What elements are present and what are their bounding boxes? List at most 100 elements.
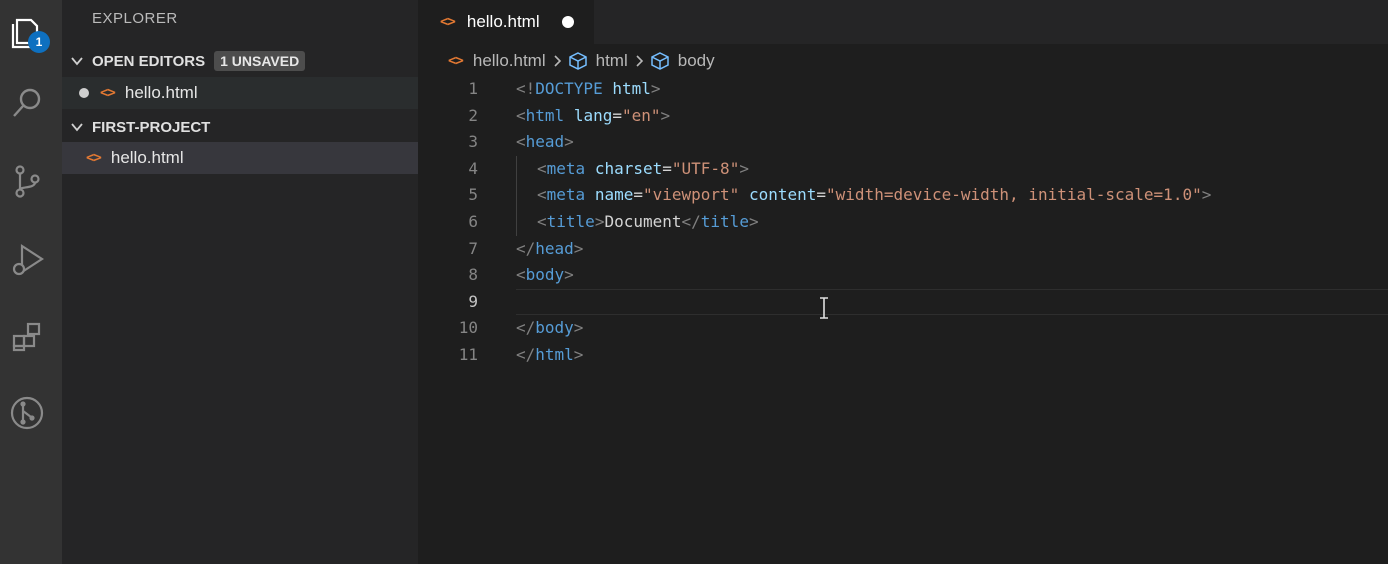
- code-line[interactable]: [516, 288, 1388, 316]
- chevron-right-icon: [552, 54, 562, 68]
- git-graph-icon[interactable]: [0, 386, 54, 440]
- line-number: 4: [468, 158, 478, 178]
- code-token: DOCTYPE: [535, 79, 603, 98]
- code-token: </: [516, 238, 536, 258]
- code-token: >: [564, 132, 574, 152]
- code-token: >: [573, 238, 584, 258]
- code-token: >: [748, 211, 759, 231]
- file-tree-item[interactable]: <> hello.html: [62, 142, 418, 174]
- html-file-icon: <>: [100, 85, 116, 101]
- code-editor[interactable]: <!DOCTYPE html> <html lang="en"> <head> <me…: [516, 76, 1388, 369]
- code-line[interactable]: <meta charset="UTF-8">: [516, 155, 1388, 183]
- code-token: </: [516, 318, 536, 338]
- code-token: html: [535, 344, 574, 364]
- code-token: =: [662, 158, 672, 178]
- line-number: 10: [458, 318, 478, 338]
- code-token: title: [700, 211, 749, 231]
- line-number: 2: [468, 105, 478, 125]
- line-number: 8: [468, 265, 478, 285]
- code-token: <: [537, 158, 547, 178]
- code-token: body: [535, 318, 574, 338]
- code-token: </: [516, 344, 536, 364]
- code-token: >: [739, 158, 749, 178]
- code-token: >: [650, 79, 661, 98]
- code-token: Document: [604, 211, 682, 231]
- line-number: 5: [468, 185, 478, 205]
- code-line[interactable]: <body>: [516, 262, 1388, 289]
- explorer-sidebar: EXPLORER OPEN EDITORS 1 UNSAVED <> hello…: [62, 0, 418, 564]
- code-token: html: [612, 79, 651, 98]
- code-token: "viewport": [642, 185, 740, 205]
- unsaved-dot-icon[interactable]: [79, 88, 89, 98]
- code-token: </: [681, 211, 701, 231]
- unsaved-badge: 1 UNSAVED: [214, 51, 306, 71]
- code-token: <: [537, 211, 547, 231]
- chevron-down-icon: [62, 120, 92, 134]
- chevron-down-icon: [62, 54, 92, 68]
- line-number: 1: [468, 79, 478, 98]
- code-line[interactable]: <!DOCTYPE html>: [516, 76, 1388, 103]
- code-line[interactable]: <title>Document</title>: [516, 208, 1388, 236]
- explorer-title: EXPLORER: [92, 10, 178, 27]
- code-token: html: [525, 105, 565, 125]
- line-number: 6: [468, 211, 478, 231]
- code-line[interactable]: </html>: [516, 342, 1388, 369]
- code-token: charset: [594, 158, 663, 178]
- code-line[interactable]: </body>: [516, 315, 1388, 342]
- indent-guide: [516, 182, 537, 209]
- code-token: <: [516, 105, 526, 125]
- run-debug-icon[interactable]: [0, 232, 54, 286]
- unsaved-dot-icon[interactable]: [561, 16, 574, 28]
- symbol-element-icon: [651, 52, 669, 70]
- breadcrumb-html[interactable]: html: [596, 51, 628, 71]
- tab-hello-html[interactable]: <> hello.html: [418, 0, 594, 44]
- line-number: 11: [458, 344, 478, 364]
- breadcrumb-file[interactable]: hello.html: [473, 51, 546, 71]
- extensions-icon[interactable]: [0, 310, 54, 364]
- indent-guide: [516, 155, 537, 183]
- search-icon[interactable]: [0, 76, 54, 130]
- code-token: =: [633, 185, 643, 205]
- code-token: >: [594, 211, 605, 231]
- code-line[interactable]: </head>: [516, 236, 1388, 263]
- open-editors-label: OPEN EDITORS: [92, 52, 206, 70]
- code-token: <: [516, 265, 526, 285]
- code-token: >: [564, 265, 574, 285]
- breadcrumb-body[interactable]: body: [678, 51, 715, 71]
- code-token: content: [748, 185, 817, 205]
- tab-bar: <> hello.html: [418, 0, 1388, 44]
- project-folder-header[interactable]: FIRST-PROJECT: [62, 113, 418, 141]
- open-editors-header[interactable]: OPEN EDITORS 1 UNSAVED: [62, 47, 418, 75]
- activity-bar: 1: [0, 0, 62, 564]
- code-token: body: [525, 265, 565, 285]
- open-editor-item[interactable]: <> hello.html: [62, 77, 418, 109]
- code-token: meta: [546, 158, 586, 178]
- chevron-right-icon: [634, 54, 644, 68]
- open-editor-filename: hello.html: [124, 83, 198, 102]
- explorer-badge: 1: [28, 31, 50, 53]
- code-line[interactable]: <head>: [516, 129, 1388, 156]
- code-token: >: [660, 105, 671, 125]
- code-token: "width=device-width, initial-scale=1.0": [826, 185, 1202, 205]
- code-line[interactable]: <meta name="viewport" content="width=dev…: [516, 182, 1388, 209]
- editor-area: <> hello.html <> hello.html html body 12…: [418, 0, 1388, 564]
- file-tree-filename: hello.html: [110, 148, 184, 167]
- code-line[interactable]: <html lang="en">: [516, 103, 1388, 130]
- code-token: =: [612, 105, 622, 125]
- line-number: 9: [468, 291, 478, 311]
- source-control-icon[interactable]: [0, 154, 54, 208]
- tab-label: hello.html: [466, 12, 540, 31]
- html-file-icon: <>: [440, 14, 456, 30]
- symbol-element-icon: [568, 52, 587, 70]
- indent-guide: [516, 208, 537, 236]
- html-file-icon: <>: [86, 150, 102, 166]
- code-token: >: [573, 344, 584, 364]
- code-token: lang: [573, 105, 613, 125]
- project-folder-label: FIRST-PROJECT: [92, 118, 211, 136]
- line-number-gutter: 1 2 3 4 5 6 7 8 9 10 11: [418, 76, 478, 369]
- line-number: 7: [468, 238, 478, 258]
